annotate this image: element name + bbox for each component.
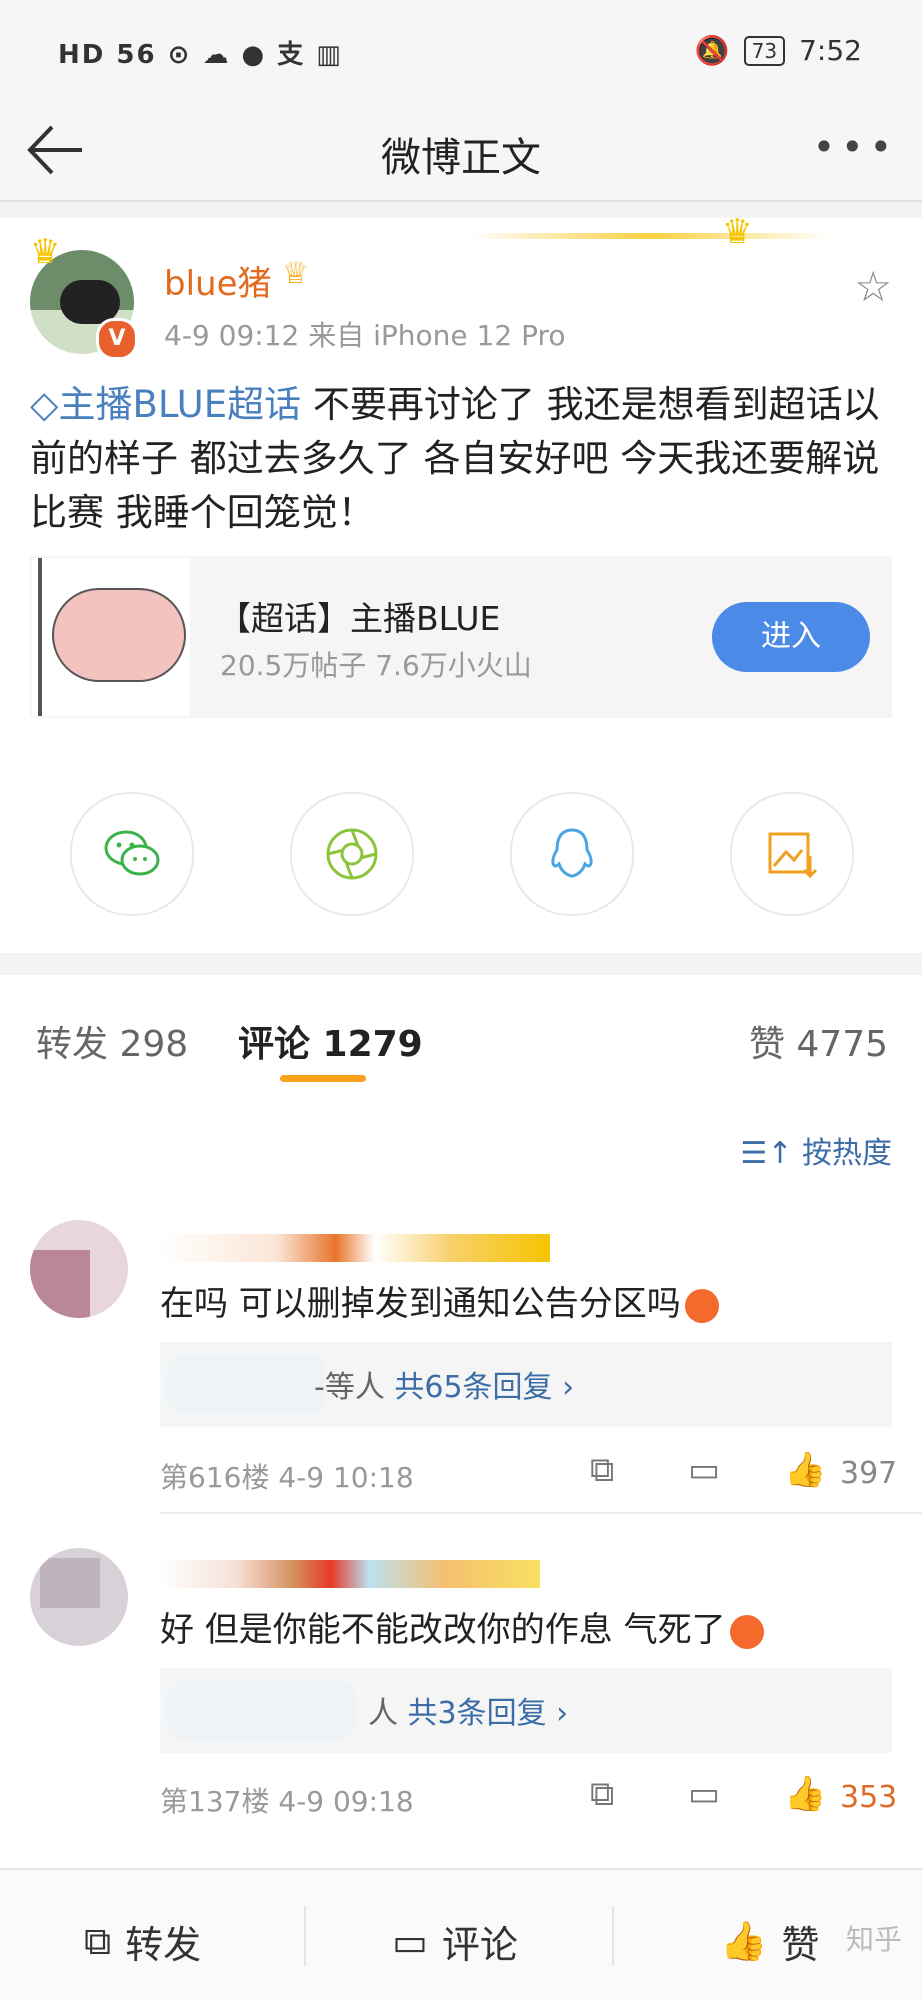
like-label: 赞 — [781, 1923, 820, 1967]
comment-divider — [160, 1512, 922, 1514]
comment-text-content: 在吗 可以删掉发到通知公告分区吗 — [160, 1284, 681, 1324]
pig-drawing — [52, 588, 186, 682]
wechat-icon — [104, 830, 160, 876]
favorite-star-icon[interactable]: ☆ — [854, 262, 892, 311]
moments-icon — [326, 828, 378, 880]
commenter-name-blurred — [160, 1560, 540, 1588]
repost-comment-icon[interactable]: ⧉ — [590, 1774, 614, 1814]
tab-like[interactable]: 赞 4775 — [749, 1015, 888, 1067]
supertopic-link[interactable]: 主播BLUE超话 — [58, 383, 301, 426]
reply-users: 人 — [368, 1696, 398, 1731]
avatar-graphic — [40, 1558, 100, 1608]
comment-avatar[interactable] — [30, 1548, 128, 1646]
blurred-names — [166, 1680, 356, 1740]
tab-repost[interactable]: 转发 298 — [36, 1015, 188, 1067]
repost-icon: ⧉ — [84, 1919, 112, 1963]
topic-image — [32, 558, 190, 716]
like-button[interactable]: 👍 赞 — [720, 1914, 819, 1969]
comment-like-count: 397 — [840, 1456, 898, 1491]
supertopic-tag-icon[interactable]: ◇ — [30, 383, 58, 426]
reply-summary: -等人 共65条回复 › — [314, 1362, 574, 1406]
page-title: 微博正文 — [381, 135, 541, 181]
comment-meta: 第616楼 4-9 10:18 — [160, 1461, 414, 1494]
topic-image-rope — [38, 558, 42, 716]
repost-comment-icon[interactable]: ⧉ — [590, 1450, 614, 1490]
repost-button[interactable]: ⧉ 转发 — [84, 1914, 201, 1969]
separator — [612, 1906, 614, 1966]
bottom-action-bar: ⧉ 转发 ▭ 评论 👍 赞 — [0, 1868, 922, 1999]
comment-icon: ▭ — [392, 1919, 428, 1964]
nav-bar: 微博正文 ••• — [0, 105, 922, 202]
topic-stats: 20.5万帖子 7.6万小火山 — [220, 649, 532, 682]
member-crown-icon: ♕ — [282, 256, 309, 291]
comment-avatar[interactable] — [30, 1220, 128, 1318]
tab-comment[interactable]: 评论 1279 — [238, 1015, 423, 1067]
like-comment-icon[interactable]: 👍 — [784, 1450, 826, 1490]
sort-by-hot-button[interactable]: ☰↑ 按热度 — [740, 1128, 892, 1172]
post-text: ◇主播BLUE超话 不要再讨论了 我还是想看到超话以前的样子 都过去多久了 各自… — [30, 378, 892, 540]
share-qq-button[interactable] — [510, 792, 634, 916]
battery-icon: 73 — [743, 35, 786, 66]
post-meta: 4-9 09:12 来自 iPhone 12 Pro — [164, 319, 566, 352]
comment-text-content: 好 但是你能不能改改你的作息 气死了 — [160, 1610, 726, 1650]
verified-badge-icon: V — [96, 318, 138, 360]
reply-summary: 人 共3条回复 › — [368, 1688, 568, 1732]
comment-meta: 第137楼 4-9 09:18 — [160, 1785, 414, 1818]
clock: 7:52 — [799, 34, 862, 67]
comment-text: 在吗 可以删掉发到通知公告分区吗 — [160, 1276, 719, 1325]
active-tab-indicator — [280, 1075, 366, 1082]
watermark: 知乎 — [845, 1923, 902, 1956]
username[interactable]: blue猪 — [164, 256, 272, 305]
qq-icon — [551, 828, 593, 878]
comment-text: 好 但是你能不能改改你的作息 气死了 — [160, 1602, 764, 1651]
status-left-icons: HD 56 ⊙ ☁ ● 支 ▥ — [58, 40, 343, 70]
liked-comment-icon[interactable]: 👍 — [784, 1774, 826, 1814]
angry-emoji-icon — [729, 1614, 764, 1649]
topic-name: 【超话】主播BLUE — [218, 599, 501, 638]
save-image-icon — [768, 832, 818, 879]
avatar-graphic — [30, 1250, 90, 1318]
reply-comment-icon[interactable]: ▭ — [688, 1450, 720, 1490]
mute-icon: 🔕 — [694, 34, 730, 67]
share-save-image-button[interactable] — [730, 792, 854, 916]
commenter-name-blurred — [160, 1234, 550, 1262]
enter-button[interactable]: 进入 — [712, 602, 870, 672]
reply-preview[interactable]: -等人 共65条回复 › — [160, 1342, 892, 1427]
blurred-names — [166, 1354, 326, 1414]
reply-comment-icon[interactable]: ▭ — [688, 1774, 720, 1814]
post-tabs: 转发 298 评论 1279 赞 4775 — [0, 975, 922, 1092]
like-icon: 👍 — [720, 1919, 768, 1963]
share-moments-button[interactable] — [290, 792, 414, 916]
supertopic-card[interactable]: 【超话】主播BLUE 20.5万帖子 7.6万小火山 进入 — [30, 556, 892, 718]
crown-decoration-icon: ♛ — [722, 212, 753, 252]
reply-count-link[interactable]: 共3条回复 › — [408, 1696, 569, 1731]
repost-label: 转发 — [125, 1923, 202, 1967]
comment-button[interactable]: ▭ 评论 — [392, 1914, 518, 1969]
decoration-line — [470, 233, 830, 239]
share-wechat-button[interactable] — [70, 792, 194, 916]
reply-count-link[interactable]: 共65条回复 › — [394, 1370, 574, 1405]
status-right: 🔕 73 7:52 — [695, 34, 862, 67]
status-bar: HD 56 ⊙ ☁ ● 支 ▥ 🔕 73 7:52 — [0, 0, 922, 105]
comment-label: 评论 — [441, 1923, 518, 1967]
reply-preview[interactable]: 人 共3条回复 › — [160, 1668, 892, 1753]
more-menu-icon[interactable]: ••• — [813, 125, 898, 169]
avatar-crown-icon: ♛ — [30, 232, 61, 272]
separator — [304, 1906, 306, 1966]
reply-users: -等人 — [314, 1370, 385, 1405]
angry-emoji-icon — [684, 1288, 719, 1323]
comment-like-count: 353 — [840, 1780, 898, 1815]
